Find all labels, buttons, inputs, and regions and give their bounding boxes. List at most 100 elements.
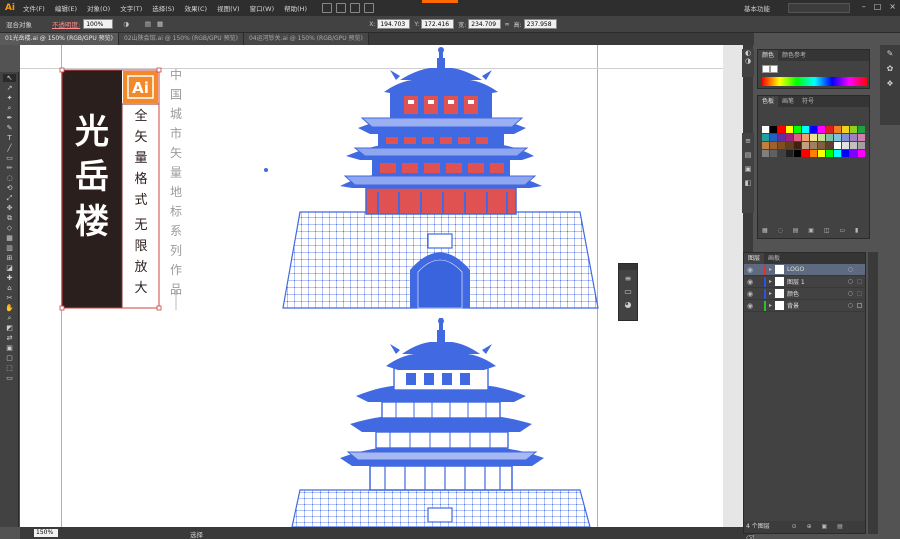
- visibility-eye-icon[interactable]: ◉: [746, 302, 754, 310]
- color-swatch[interactable]: [762, 134, 769, 141]
- color-swatch[interactable]: [818, 150, 825, 157]
- selection-indicator[interactable]: [857, 267, 862, 272]
- tower-upper[interactable]: [282, 47, 599, 309]
- panel-tab[interactable]: 画板: [764, 253, 784, 264]
- color-swatch[interactable]: [778, 126, 785, 133]
- color-swatch[interactable]: [770, 142, 777, 149]
- visibility-eye-icon[interactable]: ◉: [746, 290, 754, 298]
- color-swatch[interactable]: [762, 150, 769, 157]
- color-swatch[interactable]: [850, 134, 857, 141]
- menu-lines-icon[interactable]: ≡: [619, 274, 637, 283]
- panel-tab[interactable]: 颜色: [758, 50, 779, 61]
- color-swatch[interactable]: [842, 134, 849, 141]
- stroke-swatch[interactable]: [770, 65, 778, 73]
- color-swatch[interactable]: [786, 126, 793, 133]
- color-swatch[interactable]: [810, 134, 817, 141]
- visibility-eye-icon[interactable]: ◉: [746, 278, 754, 286]
- color-swatch[interactable]: [802, 142, 809, 149]
- layer-name[interactable]: 图层 1: [787, 277, 805, 286]
- color-swatch[interactable]: [858, 150, 865, 157]
- layer-row[interactable]: ◉ ▸ 颜色 ○: [744, 288, 865, 300]
- color-swatch[interactable]: [850, 150, 857, 157]
- color-swatch[interactable]: [786, 150, 793, 157]
- color-swatch[interactable]: [842, 150, 849, 157]
- color-guide-icon[interactable]: ◐: [742, 49, 754, 57]
- horizontal-scrollbar[interactable]: [20, 527, 753, 539]
- color-swatch[interactable]: [770, 126, 777, 133]
- color-swatch[interactable]: [810, 150, 817, 157]
- graphic-styles-icon[interactable]: ❖: [880, 79, 900, 88]
- gradient-icon[interactable]: ▭: [619, 287, 637, 296]
- target-icon[interactable]: ○: [848, 266, 853, 273]
- panel-tab[interactable]: 图层: [744, 253, 765, 264]
- layers-shortcut-icon[interactable]: ◧: [742, 179, 754, 187]
- color-swatch[interactable]: [762, 142, 769, 149]
- color-swatch[interactable]: [834, 142, 841, 149]
- layer-name[interactable]: 背景: [787, 301, 799, 310]
- color-swatch[interactable]: [770, 150, 777, 157]
- color-swatch[interactable]: [842, 126, 849, 133]
- floating-panel-header[interactable]: [619, 264, 637, 270]
- color-swatch[interactable]: [850, 126, 857, 133]
- color-swatch[interactable]: [858, 142, 865, 149]
- panel-tab[interactable]: 颜色参考: [778, 50, 810, 61]
- target-icon[interactable]: ○: [848, 290, 853, 297]
- panel-tab[interactable]: 色板: [758, 96, 779, 107]
- color-swatch[interactable]: [834, 150, 841, 157]
- panel-tab[interactable]: 画笔: [778, 96, 798, 107]
- color-swatch[interactable]: [778, 134, 785, 141]
- selection-indicator[interactable]: [857, 291, 862, 296]
- appearance-icon[interactable]: ◕: [619, 300, 637, 309]
- color-swatch[interactable]: [794, 126, 801, 133]
- color-swatch[interactable]: [810, 126, 817, 133]
- fill-swatch[interactable]: [762, 65, 770, 73]
- selection-indicator[interactable]: [857, 279, 862, 284]
- color-swatch[interactable]: [818, 134, 825, 141]
- color-swatch[interactable]: [810, 142, 817, 149]
- color-swatch[interactable]: [794, 134, 801, 141]
- color-swatch[interactable]: [858, 126, 865, 133]
- color-spectrum[interactable]: [762, 77, 867, 86]
- color-swatch[interactable]: [802, 150, 809, 157]
- selection-indicator[interactable]: [857, 303, 862, 308]
- brush-icon[interactable]: ✎: [880, 49, 900, 58]
- color-swatch[interactable]: [842, 142, 849, 149]
- transparency-icon[interactable]: ▣: [742, 165, 754, 173]
- color-swatch[interactable]: [818, 142, 825, 149]
- anchor-point[interactable]: [264, 168, 268, 172]
- color-swatch[interactable]: [794, 142, 801, 149]
- color-swatch[interactable]: [786, 134, 793, 141]
- swatch-actions[interactable]: ▦ ◌ ▤ ▣ ◫ ▭ ▮: [762, 227, 862, 234]
- visibility-eye-icon[interactable]: ◉: [746, 266, 754, 274]
- layer-name[interactable]: LOGO: [787, 266, 804, 273]
- tower-lower[interactable]: [291, 318, 591, 528]
- color-swatch[interactable]: [826, 134, 833, 141]
- color-swatch[interactable]: [826, 150, 833, 157]
- color-swatch[interactable]: [850, 142, 857, 149]
- color-swatch[interactable]: [826, 126, 833, 133]
- color-swatch[interactable]: [834, 134, 841, 141]
- color-icon[interactable]: ◑: [742, 57, 754, 65]
- color-swatch[interactable]: [858, 134, 865, 141]
- color-swatch[interactable]: [770, 134, 777, 141]
- color-swatch[interactable]: [794, 150, 801, 157]
- color-swatch[interactable]: [778, 142, 785, 149]
- target-icon[interactable]: ○: [848, 278, 853, 285]
- color-swatch[interactable]: [802, 126, 809, 133]
- target-icon[interactable]: ○: [848, 302, 853, 309]
- zoom-level-field[interactable]: 150%: [34, 529, 58, 537]
- color-swatch[interactable]: [786, 142, 793, 149]
- color-swatch[interactable]: [818, 126, 825, 133]
- layers-scrollbar[interactable]: [868, 252, 878, 534]
- color-swatch[interactable]: [802, 134, 809, 141]
- color-swatch[interactable]: [778, 150, 785, 157]
- layer-name[interactable]: 颜色: [787, 289, 799, 298]
- color-swatch[interactable]: [826, 142, 833, 149]
- gradient-panel-icon[interactable]: ▤: [742, 151, 754, 159]
- color-swatch[interactable]: [834, 126, 841, 133]
- color-swatch[interactable]: [762, 126, 769, 133]
- panel-tab[interactable]: 符号: [798, 96, 818, 107]
- layer-row[interactable]: ◉ ▸ 背景 ○: [744, 300, 865, 312]
- layer-row[interactable]: ◉ ▸ 图层 1 ○: [744, 276, 865, 288]
- symbols-icon[interactable]: ✿: [880, 64, 900, 73]
